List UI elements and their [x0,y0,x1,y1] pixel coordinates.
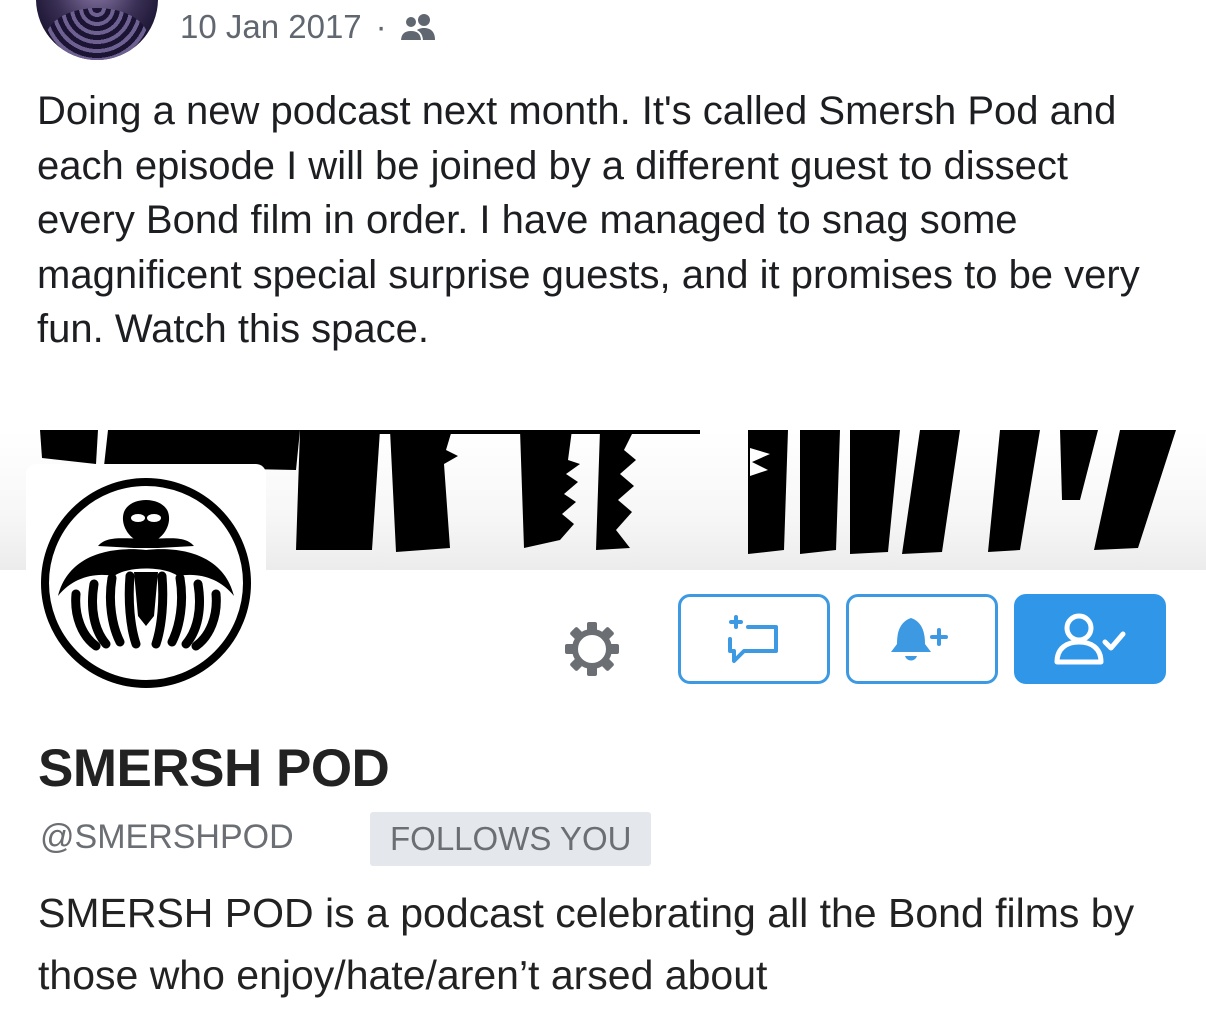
direct-message-button[interactable] [678,594,830,684]
bell-plus-icon [891,618,948,661]
meta-separator: · [375,8,387,45]
post-date[interactable]: 10 Jan 2017 [180,8,362,46]
following-button[interactable] [1014,594,1166,684]
profile-display-name: SMERSH POD [38,739,390,798]
direct-message-icon [728,615,778,663]
profile-handle: @SMERSHPOD [40,818,294,856]
profile-bio: SMERSH POD is a podcast celebrating all … [38,890,1135,998]
gear-icon[interactable] [561,618,623,680]
friends-icon[interactable] [398,12,437,42]
following-user-check-icon [1054,613,1126,665]
notifications-button[interactable] [846,594,998,684]
follows-you-badge: FOLLOWS YOU [370,812,652,866]
post-header: 10 Jan 2017 · [0,0,1206,70]
spectre-logo-icon [41,478,251,688]
profile-avatar[interactable] [26,464,266,702]
author-avatar[interactable] [36,0,158,60]
profile-screenshot[interactable]: SMERSH POD @SMERSHPOD FOLLOWS YOU SMERSH… [0,430,1206,1011]
post-meta: 10 Jan 2017 · [180,8,437,46]
post-text: Doing a new podcast next month. It's cal… [37,89,1140,351]
